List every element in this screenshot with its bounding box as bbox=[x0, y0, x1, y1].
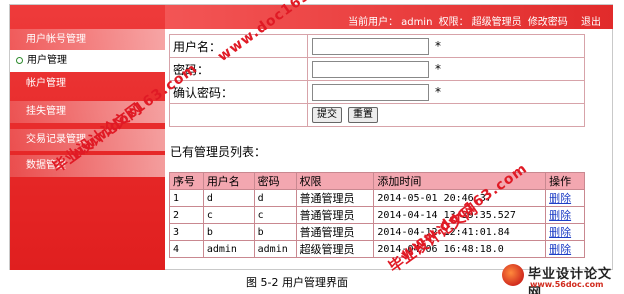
cell-added-time: 2014-05-01 20:46.37 bbox=[373, 189, 547, 207]
current-user: admin bbox=[401, 17, 433, 28]
cell-permission: 普通管理员 bbox=[295, 223, 375, 241]
confirm-password-label: 确认密码： bbox=[169, 80, 308, 104]
password-input[interactable] bbox=[312, 60, 429, 78]
sidebar: 用户帐号管理 用户管理 帐户管理 挂失管理 交易记录管理 数据管理 bbox=[10, 5, 165, 270]
sidebar-item-loss-report[interactable]: 挂失管理 bbox=[10, 101, 165, 123]
table-header-row: 序号 用户名 密码 权限 添加时间 操作 bbox=[169, 172, 585, 190]
admin-list-title: 已有管理员列表： bbox=[170, 145, 267, 159]
logo-title: 毕业设计论文网 bbox=[528, 267, 613, 294]
sidebar-item-label: 用户帐号管理 bbox=[26, 34, 86, 45]
figure-caption: 图 5-2 用户管理界面 bbox=[246, 276, 348, 289]
cell-username: b bbox=[202, 223, 255, 241]
table-row: 2 c c 普通管理员 2014-04-14 13:39:35.527 删除 bbox=[169, 206, 585, 224]
submit-button[interactable]: 提交 bbox=[312, 107, 342, 123]
logo-icon bbox=[502, 264, 524, 286]
change-password-link[interactable]: 修改密码 bbox=[528, 17, 568, 28]
required-mark: * bbox=[435, 62, 441, 76]
confirm-password-input[interactable] bbox=[312, 83, 429, 101]
cell-password: admin bbox=[253, 240, 297, 258]
permission-label: 权限： bbox=[438, 17, 469, 28]
sidebar-item-label: 帐户管理 bbox=[26, 78, 66, 89]
reset-button[interactable]: 重置 bbox=[348, 107, 378, 123]
admin-table: 序号 用户名 密码 权限 添加时间 操作 1 d d 普通管理员 2014-05… bbox=[169, 172, 585, 258]
delete-link[interactable]: 删除 bbox=[549, 192, 571, 205]
table-row: 3 b b 普通管理员 2014-04-12 12:41:01.84 删除 bbox=[169, 223, 585, 241]
cell-permission: 超级管理员 bbox=[295, 240, 375, 258]
required-mark: * bbox=[435, 39, 441, 53]
sidebar-item-label: 数据管理 bbox=[26, 160, 66, 171]
cell-index: 2 bbox=[169, 206, 204, 224]
cell-username: d bbox=[202, 189, 255, 207]
cell-permission: 普通管理员 bbox=[295, 206, 375, 224]
logout-link[interactable]: 退出 bbox=[581, 17, 601, 28]
cell-added-time: 2014-04-14 13:39:35.527 bbox=[373, 206, 547, 224]
sidebar-item-user-account[interactable]: 用户帐号管理 bbox=[10, 29, 165, 51]
logo-url: www.56doc.com bbox=[530, 280, 604, 289]
site-logo: 毕业设计论文网 www.56doc.com bbox=[502, 262, 622, 294]
cell-username: admin bbox=[202, 240, 255, 258]
add-user-form: 用户名： * 密码： * 确认密码： * 提交 重置 bbox=[169, 34, 585, 127]
delete-link[interactable]: 删除 bbox=[549, 243, 571, 256]
sidebar-item-label: 挂失管理 bbox=[26, 106, 66, 117]
col-header-username: 用户名 bbox=[202, 172, 255, 190]
table-row: 1 d d 普通管理员 2014-05-01 20:46.37 删除 bbox=[169, 189, 585, 207]
current-user-label: 当前用户： bbox=[348, 17, 399, 28]
cell-password: d bbox=[253, 189, 297, 207]
cell-index: 4 bbox=[169, 240, 204, 258]
col-header-password: 密码 bbox=[253, 172, 297, 190]
cell-permission: 普通管理员 bbox=[295, 189, 375, 207]
sidebar-item-data[interactable]: 数据管理 bbox=[10, 155, 165, 177]
cell-index: 3 bbox=[169, 223, 204, 241]
col-header-added-time: 添加时间 bbox=[373, 172, 547, 190]
password-label: 密码： bbox=[169, 57, 308, 81]
sidebar-item-user-management[interactable]: 用户管理 bbox=[10, 50, 165, 72]
username-label: 用户名： bbox=[169, 34, 308, 58]
sidebar-item-account[interactable]: 帐户管理 bbox=[10, 73, 165, 95]
username-input[interactable] bbox=[312, 37, 429, 55]
bullet-icon bbox=[16, 57, 23, 64]
sidebar-item-transactions[interactable]: 交易记录管理 bbox=[10, 129, 165, 151]
delete-link[interactable]: 删除 bbox=[549, 209, 571, 222]
table-row: 4 admin admin 超级管理员 2014-04-06 16:48:18.… bbox=[169, 240, 585, 258]
col-header-permission: 权限 bbox=[295, 172, 375, 190]
cell-password: c bbox=[253, 206, 297, 224]
required-mark: * bbox=[435, 85, 441, 99]
header-bar: 当前用户： admin 权限： 超级管理员 修改密码 退出 bbox=[165, 5, 613, 29]
cell-index: 1 bbox=[169, 189, 204, 207]
cell-added-time: 2014-04-06 16:48:18.0 bbox=[373, 240, 547, 258]
user-status: 当前用户： admin 权限： 超级管理员 修改密码 退出 bbox=[345, 13, 601, 28]
cell-password: b bbox=[253, 223, 297, 241]
col-header-action: 操作 bbox=[545, 172, 585, 190]
col-header-index: 序号 bbox=[169, 172, 204, 190]
delete-link[interactable]: 删除 bbox=[549, 226, 571, 239]
cell-added-time: 2014-04-12 12:41:01.84 bbox=[373, 223, 547, 241]
permission-value: 超级管理员 bbox=[471, 17, 522, 28]
sidebar-item-label: 交易记录管理 bbox=[26, 134, 86, 145]
cell-username: c bbox=[202, 206, 255, 224]
sidebar-item-label: 用户管理 bbox=[27, 55, 67, 66]
